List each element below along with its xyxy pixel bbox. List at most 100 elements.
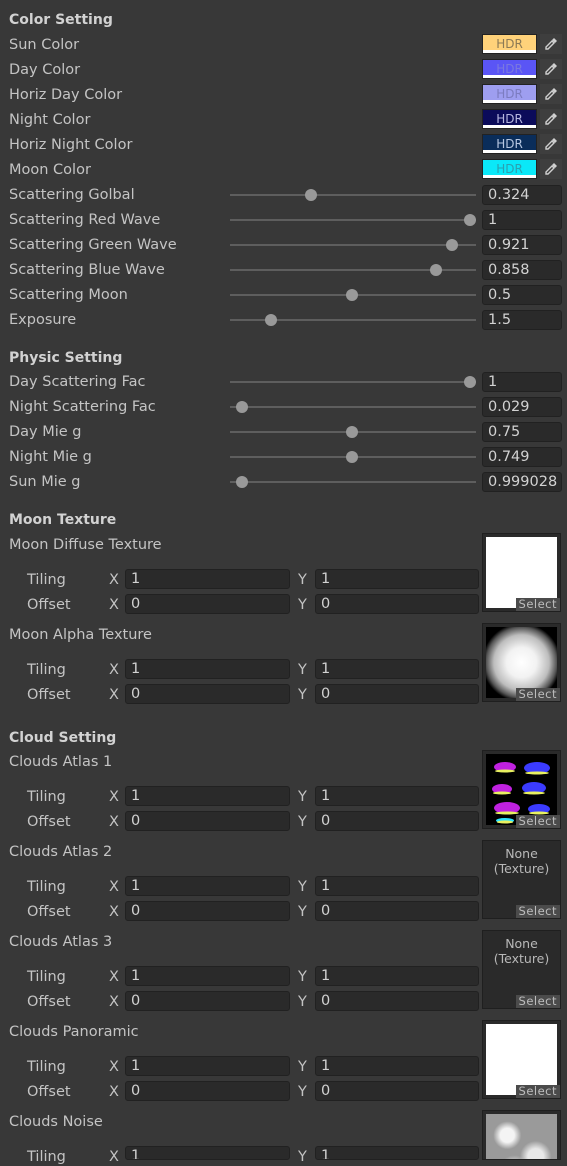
- clouds-panoramic-slot[interactable]: Select: [482, 1020, 561, 1099]
- slider-thumb[interactable]: [445, 239, 458, 251]
- slider-thumb[interactable]: [236, 401, 249, 413]
- slider-thumb[interactable]: [305, 189, 318, 201]
- clouds-noise-slot[interactable]: [482, 1110, 561, 1160]
- clouds-atlas-2-slot[interactable]: None (Texture) Select: [482, 840, 561, 919]
- sun-mie-g-slider[interactable]: [230, 476, 476, 488]
- tiling-y-field[interactable]: 1: [315, 569, 479, 589]
- night-mie-g-field[interactable]: 0.749: [482, 447, 562, 467]
- select-button[interactable]: Select: [515, 905, 560, 918]
- eyedropper-icon[interactable]: [540, 59, 562, 79]
- tiling-y-field[interactable]: 1: [315, 659, 479, 679]
- slider-thumb[interactable]: [346, 451, 359, 463]
- moon-alpha-texture-slot[interactable]: Select: [482, 623, 561, 702]
- x-axis-label: X: [109, 1059, 119, 1075]
- scattering-blue-wave-field[interactable]: 0.858: [482, 260, 562, 280]
- slider-thumb[interactable]: [236, 476, 249, 488]
- scattering-moon-field[interactable]: 0.5: [482, 285, 562, 305]
- slider-thumb[interactable]: [463, 376, 476, 388]
- day-mie-g-field[interactable]: 0.75: [482, 422, 562, 442]
- offset-x-field[interactable]: 0: [125, 594, 290, 614]
- offset-y-field[interactable]: 0: [315, 594, 479, 614]
- clouds-atlas-1-slot[interactable]: Select: [482, 750, 561, 829]
- moon-diffuse-texture-slot[interactable]: Select: [482, 533, 561, 612]
- select-button[interactable]: Select: [515, 1085, 560, 1098]
- scattering-red-wave-field[interactable]: 1: [482, 210, 562, 230]
- tiling-x-field[interactable]: 1: [125, 876, 290, 896]
- exposure-field[interactable]: 1.5: [482, 310, 562, 330]
- y-axis-label: Y: [298, 904, 307, 920]
- y-axis-label: Y: [298, 1059, 307, 1075]
- slider-thumb[interactable]: [463, 214, 476, 226]
- offset-y-field[interactable]: 0: [315, 684, 479, 704]
- select-button[interactable]: Select: [515, 598, 560, 611]
- clouds-atlas-3-slot[interactable]: None (Texture) Select: [482, 930, 561, 1009]
- day-scattering-fac-field[interactable]: 1: [482, 372, 562, 392]
- day-mie-g-slider[interactable]: [230, 426, 476, 438]
- tiling-y-field[interactable]: 1: [315, 786, 479, 806]
- offset-y-field[interactable]: 0: [315, 811, 479, 831]
- tiling-y-field[interactable]: 1: [315, 1056, 479, 1076]
- scattering-green-wave-slider[interactable]: [230, 239, 476, 251]
- night-scattering-fac-field[interactable]: 0.029: [482, 397, 562, 417]
- tiling-x-field[interactable]: 1: [125, 966, 290, 986]
- offset-x-field[interactable]: 0: [125, 811, 290, 831]
- eyedropper-icon[interactable]: [540, 134, 562, 154]
- slider-thumb[interactable]: [430, 264, 443, 276]
- offset-x-field[interactable]: 0: [125, 991, 290, 1011]
- slider-thumb[interactable]: [346, 426, 359, 438]
- cloud-blob-edge: [492, 791, 512, 795]
- offset-label: Offset: [27, 687, 71, 703]
- eyedropper-icon[interactable]: [540, 34, 562, 54]
- select-button[interactable]: Select: [515, 995, 560, 1008]
- none-texture-text: None (Texture): [493, 936, 550, 966]
- tiling-x-field[interactable]: 1: [125, 1056, 290, 1076]
- horiz-night-color-swatch[interactable]: HDR: [482, 134, 537, 154]
- tiling-y-field[interactable]: 1: [315, 876, 479, 896]
- y-axis-label: Y: [298, 597, 307, 613]
- scattering-red-wave-slider[interactable]: [230, 214, 476, 226]
- sun-mie-g-field[interactable]: 0.999028: [482, 472, 562, 492]
- tiling-label: Tiling: [27, 1059, 66, 1075]
- y-axis-label: Y: [298, 879, 307, 895]
- sun-color-swatch[interactable]: HDR: [482, 34, 537, 54]
- day-scattering-fac-slider[interactable]: [230, 376, 476, 388]
- x-axis-label: X: [109, 1149, 119, 1165]
- offset-y-field[interactable]: 0: [315, 991, 479, 1011]
- scattering-moon-slider[interactable]: [230, 289, 476, 301]
- slider-thumb[interactable]: [346, 289, 359, 301]
- horiz-day-color-swatch[interactable]: HDR: [482, 84, 537, 104]
- exposure-slider[interactable]: [230, 314, 476, 326]
- select-button[interactable]: Select: [515, 815, 560, 828]
- offset-x-field[interactable]: 0: [125, 684, 290, 704]
- scattering-golbal-slider[interactable]: [230, 189, 476, 201]
- night-scattering-fac-slider[interactable]: [230, 401, 476, 413]
- tiling-x-field[interactable]: 1: [125, 569, 290, 589]
- offset-x-field[interactable]: 0: [125, 1081, 290, 1101]
- offset-x-field[interactable]: 0: [125, 901, 290, 921]
- night-color-label: Night Color: [9, 112, 91, 128]
- tiling-y-field[interactable]: 1: [315, 1146, 479, 1160]
- eyedropper-icon[interactable]: [540, 84, 562, 104]
- night-mie-g-slider[interactable]: [230, 451, 476, 463]
- offset-y-field[interactable]: 0: [315, 901, 479, 921]
- slider-thumb[interactable]: [265, 314, 278, 326]
- scattering-green-wave-field[interactable]: 0.921: [482, 235, 562, 255]
- offset-y-field[interactable]: 0: [315, 1081, 479, 1101]
- eyedropper-icon[interactable]: [540, 159, 562, 179]
- cloud-blob-edge: [495, 769, 515, 773]
- day-mie-g-label: Day Mie g: [9, 424, 82, 440]
- tiling-x-field[interactable]: 1: [125, 659, 290, 679]
- select-button[interactable]: Select: [515, 688, 560, 701]
- tiling-y-field[interactable]: 1: [315, 966, 479, 986]
- tiling-x-field[interactable]: 1: [125, 786, 290, 806]
- eyedropper-icon[interactable]: [540, 109, 562, 129]
- moon-diffuse-texture-label: Moon Diffuse Texture: [9, 537, 162, 553]
- cloud-blob-edge: [523, 791, 545, 795]
- tiling-x-field[interactable]: 1: [125, 1146, 290, 1160]
- scattering-blue-wave-slider[interactable]: [230, 264, 476, 276]
- moon-color-swatch[interactable]: HDR: [482, 159, 537, 179]
- day-color-swatch[interactable]: HDR: [482, 59, 537, 79]
- scattering-golbal-field[interactable]: 0.324: [482, 185, 562, 205]
- hdr-badge: HDR: [496, 162, 523, 176]
- night-color-swatch[interactable]: HDR: [482, 109, 537, 129]
